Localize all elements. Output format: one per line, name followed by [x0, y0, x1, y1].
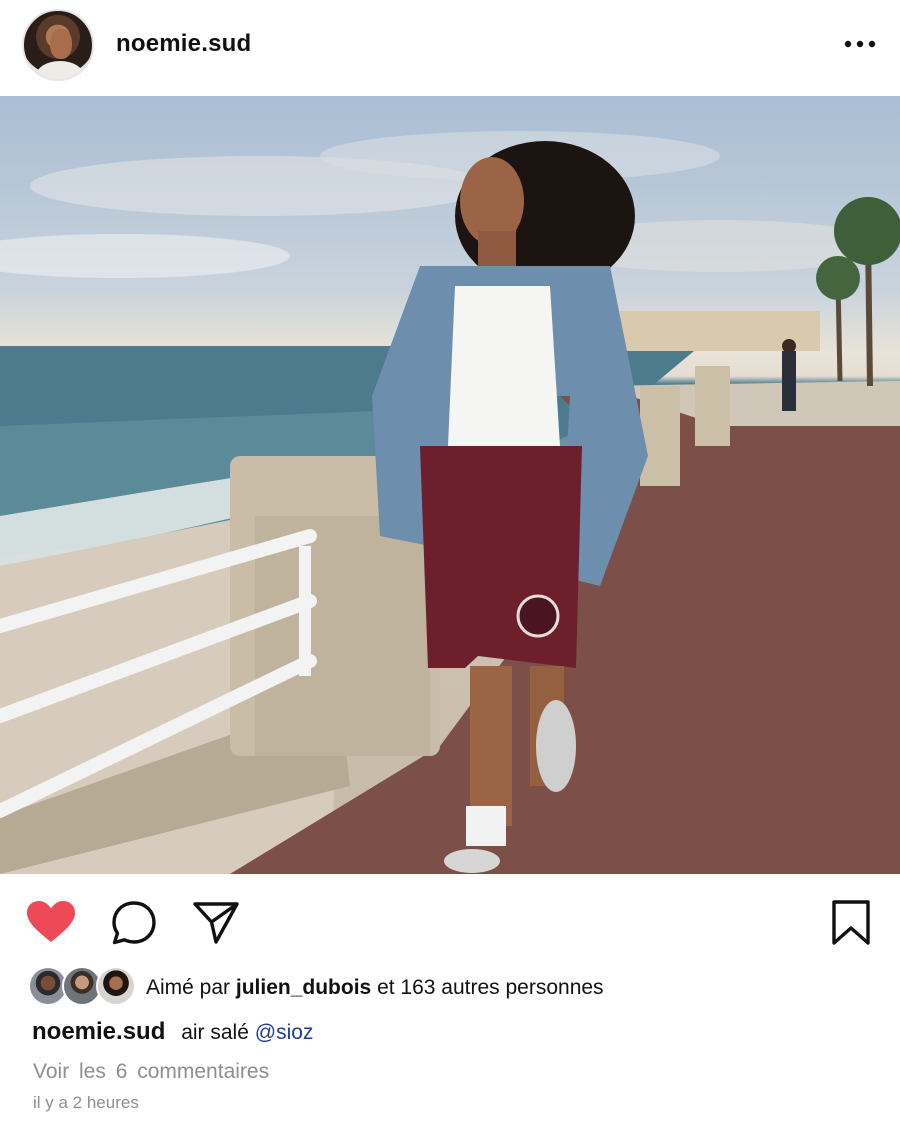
likes-row: Aimé par julien_dubois et 163 autres per… — [28, 966, 888, 1010]
avatar-shoulder — [36, 61, 84, 79]
likes-prefix: Aimé par — [146, 976, 231, 999]
caption-username[interactable]: noemie.sud — [32, 1018, 165, 1045]
paper-plane-icon[interactable] — [192, 900, 240, 944]
user-avatar[interactable] — [22, 9, 94, 81]
view-comments-link[interactable]: Voir les 6 commentaires — [33, 1060, 269, 1084]
liker-avatar[interactable] — [96, 966, 136, 1006]
likes-suffix: et 163 autres personnes — [377, 976, 604, 999]
post-header: noemie.sud — [0, 0, 900, 96]
caption-text: air salé — [181, 1021, 249, 1044]
heart-icon[interactable] — [26, 900, 76, 944]
post-actions — [0, 874, 900, 964]
username-link[interactable]: noemie.sud — [116, 30, 251, 58]
post-timestamp: il y a 2 heures — [33, 1093, 139, 1112]
more-options-icon[interactable] — [840, 34, 880, 54]
avatar-face — [50, 29, 72, 59]
likes-summary[interactable]: Aimé par julien_dubois et 163 autres per… — [146, 976, 604, 1000]
post-photo[interactable] — [0, 96, 900, 874]
caption-mention[interactable]: @sioz — [255, 1021, 314, 1044]
photo-scene — [0, 131, 900, 874]
bookmark-icon[interactable] — [830, 900, 872, 946]
post-caption: noemie.sud air salé @sioz — [32, 1018, 313, 1046]
likes-user-link[interactable]: julien_dubois — [236, 976, 371, 999]
comment-icon[interactable] — [110, 899, 158, 947]
